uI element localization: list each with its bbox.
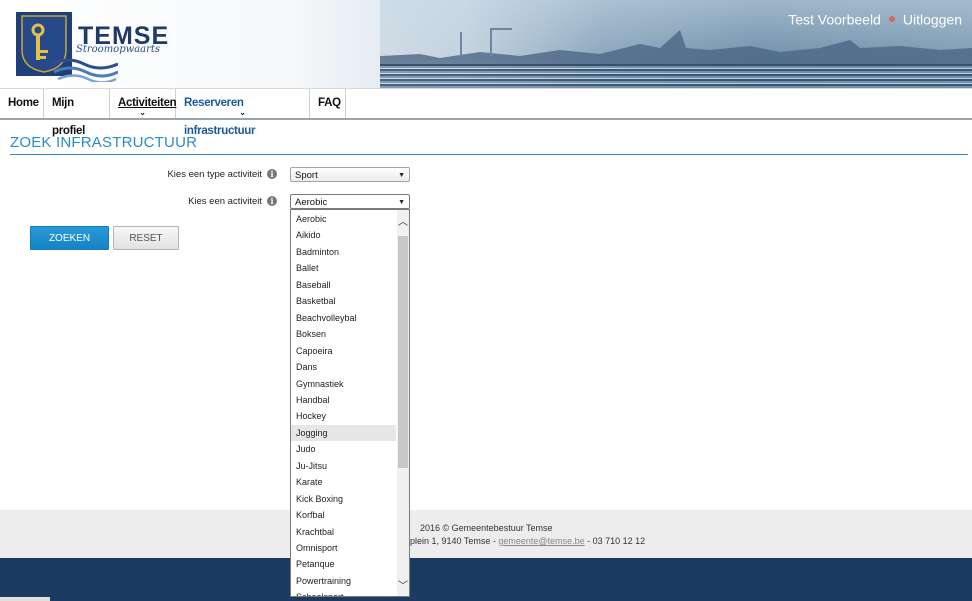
- dropdown-option[interactable]: Korfbal: [291, 507, 396, 523]
- chevron-down-icon: ⌄: [139, 108, 146, 117]
- info-icon[interactable]: i: [267, 169, 277, 180]
- dropdown-option[interactable]: Petanque: [291, 556, 396, 572]
- footer-email-link[interactable]: gemeente@temse.be: [498, 536, 584, 546]
- dropdown-option[interactable]: Boksen: [291, 326, 396, 342]
- page-title: ZOEK INFRASTRUCTUUR: [10, 134, 198, 151]
- footer-band: [0, 558, 972, 601]
- separator-dot-icon: [888, 16, 895, 23]
- nav-activiteiten[interactable]: Activiteiten ⌄: [110, 89, 177, 118]
- type-activity-value: Sport: [295, 170, 318, 181]
- user-menu: Test Voorbeeld Uitloggen: [788, 10, 962, 27]
- dropdown-option[interactable]: Kick Boxing: [291, 491, 396, 507]
- info-icon[interactable]: i: [267, 196, 277, 207]
- activity-value: Aerobic: [295, 197, 328, 208]
- dropdown-option[interactable]: Basketbal: [291, 293, 396, 309]
- dropdown-option[interactable]: Judo: [291, 441, 396, 457]
- logout-link[interactable]: Uitloggen: [903, 11, 962, 27]
- type-activity-label-text: Kies een type activiteit: [167, 169, 262, 180]
- nav-faq-label: FAQ: [318, 97, 341, 109]
- footer-address: elplein 1, 9140 Temse -: [403, 536, 499, 546]
- type-activity-select[interactable]: Sport ▼: [290, 167, 410, 182]
- dropdown-option[interactable]: Krachtbal: [291, 524, 396, 540]
- footer-contact: elplein 1, 9140 Temse - gemeente@temse.b…: [403, 536, 645, 546]
- scroll-up-icon[interactable]: ︿: [397, 216, 409, 230]
- dropdown-option[interactable]: Schoolsport: [291, 589, 396, 596]
- dropdown-option[interactable]: Karate: [291, 474, 396, 490]
- site-footer: 2016 © Gemeentebestuur Temse elplein 1, …: [0, 510, 972, 558]
- dropdown-option[interactable]: Capoeira: [291, 343, 396, 359]
- dropdown-option[interactable]: Gymnastiek: [291, 376, 396, 392]
- reset-button[interactable]: RESET: [113, 226, 179, 250]
- dropdown-option[interactable]: Ju-Jitsu: [291, 458, 396, 474]
- dropdown-option[interactable]: Aikido: [291, 227, 396, 243]
- type-activity-label: Kies een type activiteit i: [77, 169, 277, 180]
- footer-copyright: 2016 © Gemeentebestuur Temse: [420, 523, 553, 533]
- activity-label-text: Kies een activiteit: [188, 196, 262, 207]
- dropdown-option[interactable]: Omnisport: [291, 540, 396, 556]
- dropdown-option[interactable]: Baseball: [291, 277, 396, 293]
- chevron-down-icon: ⌄: [239, 108, 246, 117]
- dropdown-option[interactable]: Handbal: [291, 392, 396, 408]
- nav-mijn-profiel-label: Mijn profiel: [52, 97, 86, 137]
- site-header: TEMSE Stroomopwaarts Test Voorbeeld Uitlo…: [0, 0, 972, 88]
- nav-home[interactable]: Home: [0, 89, 44, 118]
- dropdown-option[interactable]: Aerobic: [291, 211, 396, 227]
- dropdown-scrollbar[interactable]: ︿ ﹀: [397, 210, 409, 596]
- activity-label: Kies een activiteit i: [77, 196, 277, 207]
- activity-dropdown-list[interactable]: Aerobic Aikido Badminton Ballet Baseball Bask…: [290, 209, 410, 597]
- window-edge: [0, 597, 50, 601]
- main-navigation: Home Mijn profiel Activiteiten ⌄ Reserve…: [0, 88, 972, 137]
- nav-faq[interactable]: FAQ: [310, 89, 346, 118]
- title-divider: [10, 154, 968, 155]
- city-skyline-image: [380, 28, 972, 66]
- nav-reserveren-label: Reserveren infrastructuur: [184, 97, 256, 137]
- nav-home-label: Home: [8, 97, 39, 109]
- dropdown-option[interactable]: Jogging: [291, 424, 396, 441]
- activity-select[interactable]: Aerobic ▼: [290, 194, 410, 209]
- user-name-link[interactable]: Test Voorbeeld: [788, 11, 881, 27]
- river-water: [380, 64, 972, 88]
- dropdown-option[interactable]: Ballet: [291, 260, 396, 276]
- footer-phone: - 03 710 12 12: [584, 536, 646, 546]
- dropdown-option[interactable]: Badminton: [291, 244, 396, 260]
- dropdown-option[interactable]: Dans: [291, 359, 396, 375]
- nav-activiteiten-label: Activiteiten: [118, 97, 177, 109]
- nav-mijn-profiel[interactable]: Mijn profiel: [44, 89, 110, 137]
- brand-tagline: Stroomopwaarts: [76, 44, 161, 55]
- scroll-down-icon[interactable]: ﹀: [397, 580, 409, 594]
- dropdown-arrow-icon: ▼: [398, 199, 405, 206]
- scrollbar-thumb[interactable]: [398, 236, 408, 468]
- dropdown-option[interactable]: Powertraining: [291, 573, 396, 589]
- nav-reserveren-infrastructuur[interactable]: Reserveren infrastructuur ⌄: [176, 89, 310, 137]
- dropdown-option[interactable]: Beachvolleybal: [291, 310, 396, 326]
- dropdown-option[interactable]: Hockey: [291, 408, 396, 424]
- dropdown-arrow-icon: ▼: [398, 172, 405, 179]
- search-button[interactable]: ZOEKEN: [30, 226, 109, 250]
